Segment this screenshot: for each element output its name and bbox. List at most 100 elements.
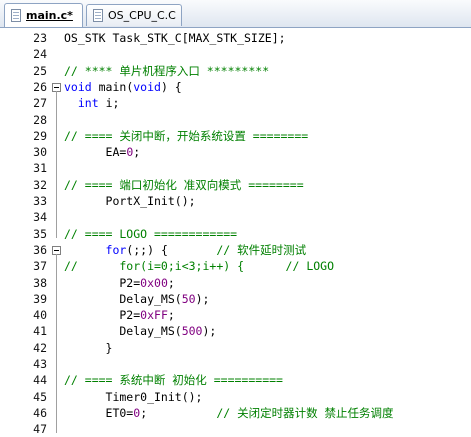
code-text: void main(void) { — [64, 79, 182, 95]
tab-main-c-label: main.c* — [26, 9, 73, 22]
line-number: 41 — [33, 324, 47, 339]
line-number: 34 — [33, 210, 47, 225]
fold-guide-line — [56, 253, 57, 434]
code-token: OS_STK Task_STK_C[MAX_STK_SIZE]; — [64, 31, 286, 45]
editor-tab-bar: main.c* OS_CPU_C.C — [0, 0, 471, 28]
line-number: 36 — [33, 242, 47, 257]
code-comment: // ==== 关闭中断，开始系统设置 ======== — [64, 128, 309, 143]
code-text: } — [64, 340, 113, 356]
code-editor[interactable]: 23 OS_STK Task_STK_C[MAX_STK_SIZE]; 24 25 //… — [0, 28, 471, 436]
fold-guide-line — [56, 90, 57, 238]
code-keyword: void — [64, 79, 92, 94]
code-text: Delay_MS(50); — [64, 291, 209, 307]
code-token: P2= — [64, 308, 141, 323]
line-number: 32 — [33, 177, 47, 192]
line-number: 24 — [33, 47, 47, 62]
code-comment: // 关闭定时器计数 禁止任务调度 — [216, 405, 394, 420]
code-text: // ==== 关闭中断，开始系统设置 ======== — [64, 128, 308, 144]
code-keyword: int — [77, 96, 99, 111]
code-number: 0x00 — [140, 275, 168, 290]
code-text: int i; — [64, 95, 120, 111]
code-line[interactable]: 32 // ==== 端口初始化 准双向模式 ======== — [0, 177, 471, 193]
line-number: 30 — [33, 145, 47, 160]
code-token: i; — [98, 96, 120, 111]
code-line[interactable]: 44 // ==== 系统中断 初始化 ========== — [0, 372, 471, 388]
line-number: 43 — [33, 357, 47, 371]
line-number: 45 — [33, 389, 47, 404]
code-line[interactable]: 30 EA=0; — [0, 144, 471, 160]
line-number: 33 — [33, 194, 47, 208]
code-line[interactable]: 35 // ==== LOGO ============ — [0, 226, 471, 242]
code-comment: // **** 单片机程序入口 ********* — [64, 63, 270, 78]
line-number: 25 — [33, 63, 47, 78]
line-number: 39 — [33, 291, 47, 306]
code-line[interactable]: 39 Delay_MS(50); — [0, 291, 471, 307]
code-token: Delay_MS( — [64, 291, 182, 306]
line-number: 31 — [33, 161, 47, 176]
code-token: PortX_Init(); — [64, 194, 196, 208]
tab-main-c[interactable]: main.c* — [4, 3, 83, 27]
code-line[interactable]: 29 // ==== 关闭中断，开始系统设置 ======== — [0, 128, 471, 144]
code-comment: // ==== 端口初始化 准双向模式 ======== — [64, 177, 304, 192]
code-line[interactable]: 47 — [0, 421, 471, 437]
code-token: EA= — [64, 145, 127, 160]
code-line[interactable]: 36 for(;;) { // 软件延时测试 — [0, 242, 471, 258]
code-comment: // ==== LOGO ============ — [64, 226, 238, 241]
code-line[interactable]: 42 } — [0, 340, 471, 356]
code-token: ; — [133, 145, 141, 160]
code-line[interactable]: 38 P2=0x00; — [0, 275, 471, 291]
code-text: PortX_Init(); — [64, 193, 196, 209]
code-line[interactable]: 31 — [0, 160, 471, 176]
code-line[interactable]: 40 P2=0xFF; — [0, 307, 471, 323]
code-line[interactable]: 41 Delay_MS(500); — [0, 323, 471, 339]
code-token: ); — [195, 291, 210, 306]
code-line[interactable]: 45 Timer0_Init(); — [0, 389, 471, 405]
code-line[interactable]: 23 OS_STK Task_STK_C[MAX_STK_SIZE]; — [0, 30, 471, 46]
code-line[interactable]: 25 // **** 单片机程序入口 ********* — [0, 63, 471, 79]
code-token: P2= — [64, 275, 141, 290]
code-text: // ==== 系统中断 初始化 ========== — [64, 372, 283, 388]
line-number: 29 — [33, 128, 47, 143]
code-line[interactable]: 34 — [0, 209, 471, 225]
line-number: 35 — [33, 226, 47, 241]
code-line[interactable]: 27 int i; — [0, 95, 471, 111]
line-number: 40 — [33, 308, 47, 323]
line-number: 26 — [33, 79, 47, 94]
code-token: Delay_MS( — [64, 324, 182, 339]
code-text: P2=0xFF; — [64, 307, 175, 323]
code-line[interactable]: 43 — [0, 356, 471, 372]
code-line[interactable]: 28 — [0, 112, 471, 128]
line-number: 23 — [33, 31, 47, 45]
code-number: 0xFF — [140, 308, 168, 323]
code-text: // ==== 端口初始化 准双向模式 ======== — [64, 177, 304, 193]
code-token: ; — [140, 405, 217, 420]
code-text: for(;;) { // 软件延时测试 — [64, 242, 307, 258]
tab-os-cpu-c[interactable]: OS_CPU_C.C — [86, 4, 182, 26]
code-comment: // ==== 系统中断 初始化 ========== — [64, 373, 283, 388]
code-line[interactable]: 37 // for(i=0;i<3;i++) { // LOGO — [0, 258, 471, 274]
code-text: Delay_MS(500); — [64, 323, 216, 339]
code-keyword: void — [133, 79, 161, 94]
code-token: ; — [167, 308, 175, 323]
line-number: 42 — [33, 340, 47, 355]
code-text: P2=0x00; — [64, 275, 174, 291]
code-token: } — [64, 340, 113, 355]
code-text: EA=0; — [64, 144, 141, 160]
code-text: ET0=0; // 关闭定时器计数 禁止任务调度 — [64, 405, 394, 421]
code-line[interactable]: 46 ET0=0; // 关闭定时器计数 禁止任务调度 — [0, 405, 471, 421]
tab-os-cpu-c-label: OS_CPU_C.C — [108, 9, 176, 22]
code-token: ); — [202, 324, 217, 339]
line-number: 44 — [33, 373, 47, 388]
code-line[interactable]: 33 PortX_Init(); — [0, 193, 471, 209]
code-token: ET0= — [64, 405, 134, 420]
code-token: ) { — [160, 79, 182, 94]
line-number: 47 — [33, 422, 47, 437]
line-number: 38 — [33, 275, 47, 290]
code-number: 500 — [181, 324, 203, 339]
code-text: OS_STK Task_STK_C[MAX_STK_SIZE]; — [64, 30, 286, 46]
code-text: Timer0_Init(); — [64, 389, 203, 405]
code-line[interactable]: 26 void main(void) { — [0, 79, 471, 95]
code-line[interactable]: 24 — [0, 46, 471, 62]
c-file-icon — [11, 9, 21, 22]
